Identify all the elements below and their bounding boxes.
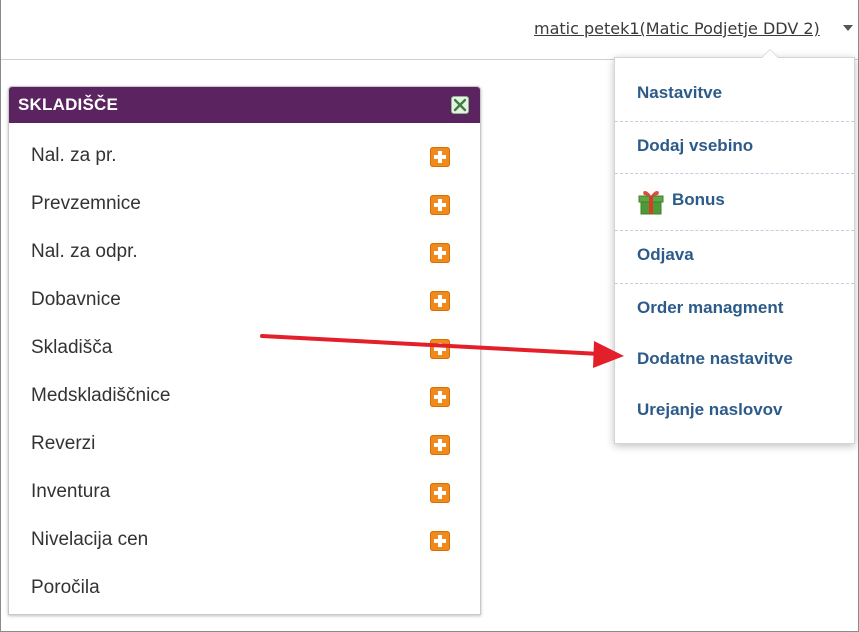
list-item-label: Medskladiščnice bbox=[31, 385, 171, 406]
list-item-nal-za-pr[interactable]: Nal. za pr. bbox=[9, 133, 480, 181]
menu-item-label: Order managment bbox=[637, 298, 784, 317]
menu-item-label: Dodaj vsebino bbox=[637, 136, 754, 155]
add-icon[interactable] bbox=[430, 339, 450, 359]
list-item-porocila[interactable]: Poročila bbox=[9, 565, 480, 613]
menu-item-label: Odjava bbox=[637, 245, 694, 264]
user-dropdown-menu: Nastavitve Dodaj vsebino Bonus Odjava Or… bbox=[614, 49, 855, 444]
menu-item-label: Dodatne nastavitve bbox=[637, 349, 793, 368]
list-item-label: Dobavnice bbox=[31, 289, 121, 310]
gift-icon bbox=[637, 187, 665, 220]
list-item-label: Nal. za pr. bbox=[31, 145, 117, 166]
user-account-link[interactable]: matic petek1(Matic Podjetje DDV 2) bbox=[534, 19, 820, 38]
widget-title: SKLADIŠČE bbox=[18, 95, 119, 114]
caret-down-icon[interactable] bbox=[843, 25, 853, 31]
add-icon[interactable] bbox=[430, 435, 450, 455]
menu-item-label: Bonus bbox=[672, 190, 725, 209]
list-item-inventura[interactable]: Inventura bbox=[9, 469, 480, 517]
close-icon[interactable] bbox=[451, 96, 469, 114]
menu-divider bbox=[615, 173, 854, 174]
list-item-label: Skladišča bbox=[31, 337, 113, 358]
add-icon[interactable] bbox=[430, 291, 450, 311]
add-icon[interactable] bbox=[430, 195, 450, 215]
menu-divider bbox=[615, 121, 854, 122]
menu-item-label: Nastavitve bbox=[637, 83, 723, 102]
list-item-nal-za-odpr[interactable]: Nal. za odpr. bbox=[9, 229, 480, 277]
list-item-label: Poročila bbox=[31, 577, 100, 598]
list-item-label: Inventura bbox=[31, 481, 111, 502]
widget-header: SKLADIŠČE bbox=[9, 87, 480, 123]
list-item-dobavnice[interactable]: Dobavnice bbox=[9, 277, 480, 325]
list-item-label: Nivelacija cen bbox=[31, 529, 149, 550]
add-icon[interactable] bbox=[430, 531, 450, 551]
list-item-skladisca[interactable]: Skladišča bbox=[9, 325, 480, 373]
top-bar: matic petek1(Matic Podjetje DDV 2) bbox=[1, 0, 858, 60]
add-icon[interactable] bbox=[430, 483, 450, 503]
list-item-reverzi[interactable]: Reverzi bbox=[9, 421, 480, 469]
skladisce-widget: SKLADIŠČE Nal. za pr. Prevzemnice Nal. z… bbox=[8, 86, 481, 615]
add-icon[interactable] bbox=[430, 387, 450, 407]
list-item-label: Nal. za odpr. bbox=[31, 241, 138, 262]
list-item-nivelacija-cen[interactable]: Nivelacija cen bbox=[9, 517, 480, 565]
list-item-prevzemnice[interactable]: Prevzemnice bbox=[9, 181, 480, 229]
menu-divider bbox=[615, 283, 854, 284]
menu-item-label: Urejanje naslovov bbox=[637, 400, 783, 419]
add-icon[interactable] bbox=[430, 147, 450, 167]
add-icon[interactable] bbox=[430, 243, 450, 263]
widget-list: Nal. za pr. Prevzemnice Nal. za odpr. Do… bbox=[9, 123, 480, 613]
list-item-label: Reverzi bbox=[31, 433, 96, 454]
list-item-label: Prevzemnice bbox=[31, 193, 141, 214]
menu-divider bbox=[615, 230, 854, 231]
list-item-medskladiscnice[interactable]: Medskladiščnice bbox=[9, 373, 480, 421]
